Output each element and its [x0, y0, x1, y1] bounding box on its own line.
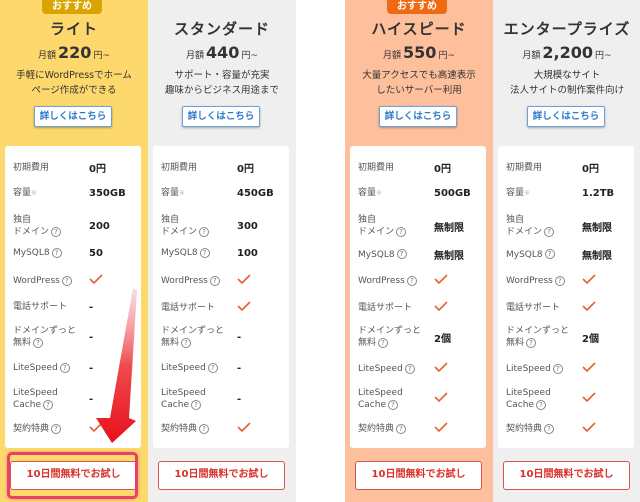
red-arrow-annotation [96, 288, 137, 443]
